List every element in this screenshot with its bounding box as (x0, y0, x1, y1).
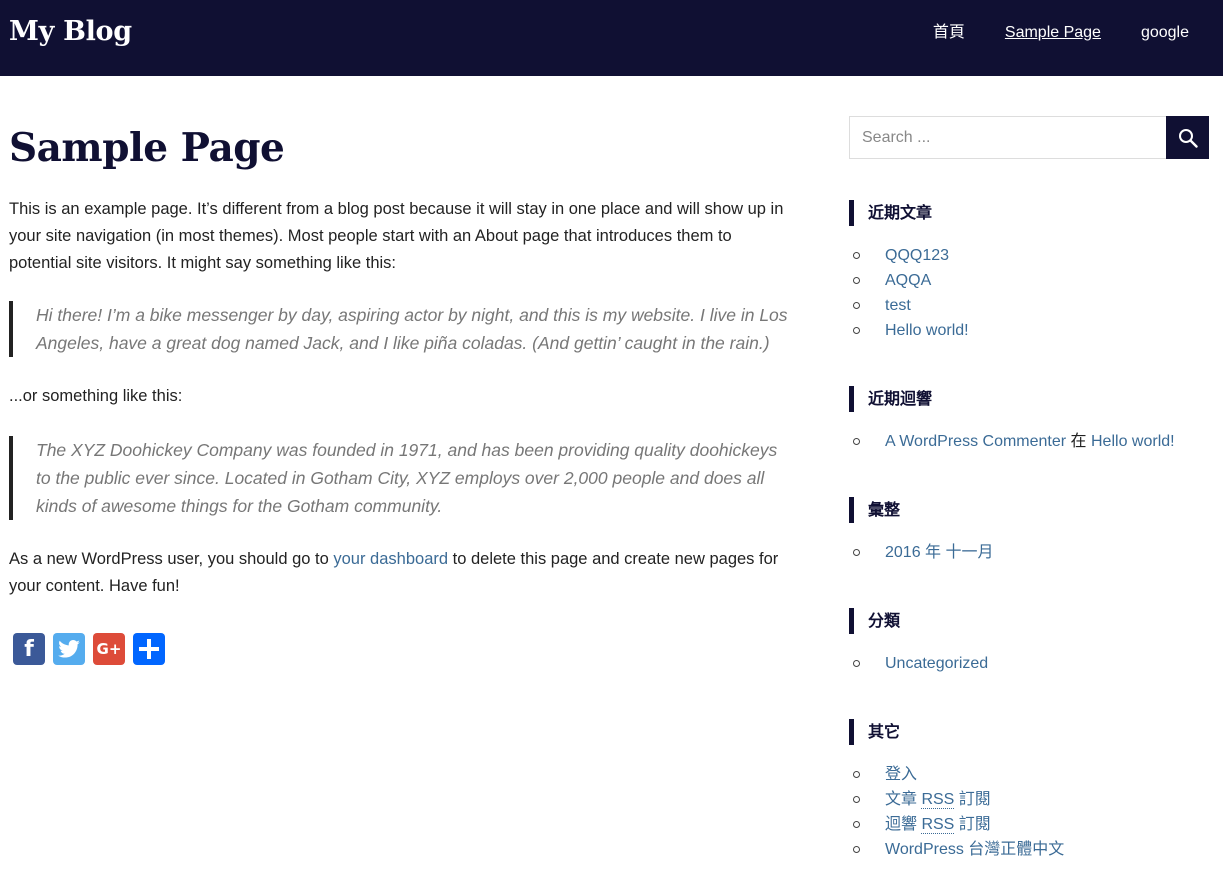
widget-title-archives: 彙整 (849, 497, 1209, 523)
list-item: 2016 年 十一月 (849, 540, 1209, 565)
search-icon (1178, 128, 1198, 148)
main-navigation: 首頁 Sample Page google (933, 24, 1189, 42)
list-item: 迴響 RSS 訂閱 (849, 812, 1209, 837)
entries-rss-prefix: 文章 (885, 791, 922, 808)
site-header: My Blog 首頁 Sample Page google (0, 0, 1223, 76)
list-item: QQQ123 (849, 243, 1209, 268)
wordpress-link[interactable]: WordPress 台灣正體中文 (885, 841, 1064, 858)
entries-rss-link[interactable]: 文章 RSS 訂閱 (885, 791, 991, 809)
rss-abbr: RSS (921, 816, 955, 834)
comment-author-link[interactable]: A WordPress Commenter (885, 433, 1066, 450)
comments-rss-suffix: 訂閱 (954, 816, 991, 833)
list-item: AQQA (849, 268, 1209, 293)
intro-paragraph: This is an example page. It’s different … (9, 200, 784, 272)
twitter-icon (58, 640, 80, 658)
search-button[interactable] (1166, 116, 1209, 159)
meta-list: 登入 文章 RSS 訂閱 迴響 RSS 訂閱 WordPress 台灣正體中文 (849, 762, 1209, 862)
widget-archives: 彙整 2016 年 十一月 (849, 497, 1209, 565)
widget-recent-comments: 近期迴響 A WordPress Commenter 在 Hello world… (849, 386, 1209, 454)
page-title: Sample Page (9, 125, 285, 171)
facebook-icon: f (24, 636, 34, 662)
outro-text-before: As a new WordPress user, you should go t… (9, 550, 334, 568)
widget-title-categories: 分類 (849, 608, 1209, 634)
list-item: test (849, 293, 1209, 318)
search-input[interactable] (849, 116, 1167, 159)
recent-post-link[interactable]: QQQ123 (885, 247, 949, 264)
facebook-share-button[interactable]: f (13, 633, 45, 665)
rss-abbr: RSS (921, 791, 955, 809)
comments-rss-prefix: 迴響 (885, 816, 922, 833)
archive-link[interactable]: 2016 年 十一月 (885, 544, 994, 561)
share-buttons: f G+ (13, 633, 789, 665)
or-paragraph: ...or something like this: (9, 387, 183, 405)
comments-rss-link[interactable]: 迴響 RSS 訂閱 (885, 816, 991, 834)
share-more-button[interactable] (133, 633, 165, 665)
outro-paragraph: As a new WordPress user, you should go t… (9, 546, 789, 600)
list-item: 登入 (849, 762, 1209, 787)
search-form (849, 116, 1209, 159)
list-item: Hello world! (849, 318, 1209, 343)
recent-post-link[interactable]: Hello world! (885, 322, 969, 339)
widget-title-recent-comments: 近期迴響 (849, 386, 1209, 412)
list-item: A WordPress Commenter 在 Hello world! (849, 429, 1209, 454)
nav-item-sample-page[interactable]: Sample Page (1005, 24, 1101, 42)
twitter-share-button[interactable] (53, 633, 85, 665)
login-link[interactable]: 登入 (885, 766, 917, 783)
sidebar: 近期文章 QQQ123 AQQA test Hello world! 近期迴響 … (849, 116, 1209, 858)
nav-item-home[interactable]: 首頁 (933, 24, 965, 42)
categories-list: Uncategorized (849, 651, 1209, 676)
archives-list: 2016 年 十一月 (849, 540, 1209, 565)
list-item: Uncategorized (849, 651, 1209, 676)
recent-post-link[interactable]: test (885, 297, 911, 314)
comment-post-link[interactable]: Hello world! (1091, 433, 1175, 450)
widget-meta: 其它 登入 文章 RSS 訂閱 迴響 RSS 訂閱 WordPress 台灣正體… (849, 719, 1209, 862)
google-plus-share-button[interactable]: G+ (93, 633, 125, 665)
site-title[interactable]: My Blog (9, 16, 132, 47)
widget-title-recent-posts: 近期文章 (849, 200, 1209, 226)
blockquote-bike-messenger: Hi there! I’m a bike messenger by day, a… (9, 301, 789, 357)
comment-connector: 在 (1066, 433, 1091, 450)
nav-item-google[interactable]: google (1141, 24, 1189, 42)
dashboard-link[interactable]: your dashboard (333, 550, 448, 568)
list-item: 文章 RSS 訂閱 (849, 787, 1209, 812)
list-item: WordPress 台灣正體中文 (849, 837, 1209, 862)
widget-categories: 分類 Uncategorized (849, 608, 1209, 676)
recent-comments-list: A WordPress Commenter 在 Hello world! (849, 429, 1209, 454)
main-content: Sample Page This is an example page. It’… (9, 120, 789, 665)
recent-post-link[interactable]: AQQA (885, 272, 931, 289)
share-plus-icon (139, 639, 159, 659)
blockquote-doohickey: The XYZ Doohickey Company was founded in… (9, 436, 789, 520)
recent-posts-list: QQQ123 AQQA test Hello world! (849, 243, 1209, 343)
widget-recent-posts: 近期文章 QQQ123 AQQA test Hello world! (849, 200, 1209, 343)
google-plus-icon: G+ (96, 640, 122, 658)
widget-title-meta: 其它 (849, 719, 1209, 745)
entries-rss-suffix: 訂閱 (954, 791, 991, 808)
category-link[interactable]: Uncategorized (885, 655, 988, 672)
